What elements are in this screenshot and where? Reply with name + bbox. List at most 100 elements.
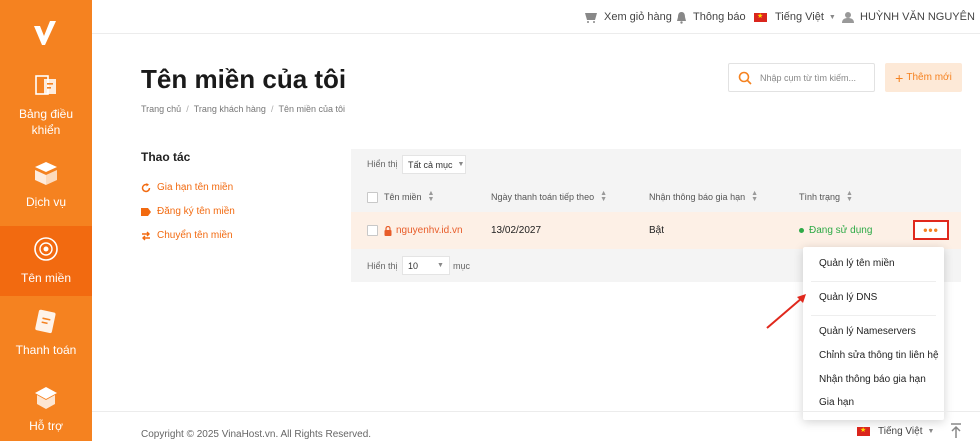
notifications-link[interactable]: Thông báo <box>676 0 746 34</box>
more-dots-icon: ••• <box>923 223 939 237</box>
search-box <box>728 63 875 92</box>
menu-divider <box>811 281 936 282</box>
footer-language-label: Tiếng Việt <box>878 426 923 437</box>
bell-icon <box>677 11 686 24</box>
renew-domain-link[interactable]: Gia hạn tên miền <box>141 182 233 193</box>
payment-icon <box>35 309 56 334</box>
sidebar-item-support[interactable]: Hỗ trợ <box>0 382 92 441</box>
footer-divider <box>92 411 980 412</box>
next-payment-cell: 13/02/2027 <box>491 225 542 236</box>
language-label: Tiếng Việt <box>775 11 824 23</box>
search-input[interactable] <box>760 72 870 83</box>
page-size-select[interactable]: 10 ▼ <box>402 256 450 275</box>
register-domain-link[interactable]: Đăng ký tên miền <box>141 206 235 217</box>
menu-item-manage-dns[interactable]: Quản lý DNS <box>819 292 877 303</box>
chevron-down-icon: ▼ <box>927 428 935 435</box>
breadcrumb: Trang chủ / Trang khách hàng / Tên miền của … <box>141 104 345 114</box>
renew-domain-label: Gia hạn tên miền <box>157 182 234 193</box>
sidebar-item-dashboard[interactable]: Bảng điều khiển <box>0 70 92 144</box>
sort-icon: ▲ ▼ <box>846 190 853 203</box>
sidebar: Bảng điều khiển Dịch vụ Tên miền Thanh t… <box>0 0 92 441</box>
row-actions-menu: Quản lý tên miền Quản lý DNS Quản lý Nam… <box>803 247 944 420</box>
filter-value: Tất cả mục <box>408 159 453 170</box>
menu-item-renew-notice[interactable]: Nhận thông báo gia hạn <box>819 374 926 385</box>
breadcrumb-current: Tên miền của tôi <box>278 104 345 114</box>
language-selector[interactable]: Tiếng Việt ▼ <box>754 0 836 34</box>
footer-language-selector[interactable]: Tiếng Việt ▼ <box>857 426 934 437</box>
domain-cell: nguyenhv.id.vn <box>384 212 463 249</box>
filter-select[interactable]: Tất cả mục ▼ <box>402 155 466 174</box>
refresh-icon <box>141 182 151 193</box>
transfer-icon <box>141 231 151 241</box>
show-label: Hiển thị <box>367 159 398 169</box>
sort-icon: ▲ ▼ <box>751 190 758 203</box>
table-header: Tên miền ▲ ▼ Ngày thanh toán tiếp theo ▲ ▼ N… <box>351 182 961 212</box>
transfer-domain-label: Chuyển tên miền <box>157 230 233 241</box>
transfer-domain-link[interactable]: Chuyển tên miền <box>141 230 233 241</box>
column-renew-notice[interactable]: Nhận thông báo gia hạn ▲ ▼ <box>649 182 758 212</box>
support-icon <box>35 387 57 409</box>
page-size-suffix: mục <box>453 261 471 271</box>
vietnam-flag-icon <box>857 426 870 436</box>
plus-icon: + <box>895 69 904 86</box>
chevron-down-icon: ▼ <box>828 13 836 21</box>
add-new-button[interactable]: + Thêm mới <box>885 63 962 92</box>
sidebar-item-label: Hỗ trợ <box>29 419 63 433</box>
actions-title: Thao tác <box>141 150 191 164</box>
chevron-down-icon: ▼ <box>437 262 444 269</box>
user-icon <box>842 12 854 23</box>
chevron-down-icon: ▼ <box>457 161 465 168</box>
column-label: Nhận thông báo gia hạn <box>649 192 746 202</box>
sort-icon: ▲ ▼ <box>600 190 607 203</box>
sort-icon: ▲ ▼ <box>427 190 435 203</box>
lock-icon <box>384 225 392 236</box>
checkmark-logo-icon[interactable] <box>0 0 92 66</box>
column-domain[interactable]: Tên miền ▲ ▼ <box>384 182 435 212</box>
view-cart-link[interactable]: Xem giỏ hàng <box>584 0 672 34</box>
user-name: HUỲNH VĂN NGUYÊN <box>860 11 975 23</box>
select-all-checkbox[interactable] <box>367 191 378 203</box>
sidebar-item-label: Tên miền <box>20 271 72 285</box>
breadcrumb-home[interactable]: Trang chủ <box>141 104 181 114</box>
user-menu[interactable]: HUỲNH VĂN NGUYÊN ▼ <box>842 0 980 34</box>
status-dot-icon <box>799 228 804 233</box>
column-status[interactable]: Tình trạng ▲ ▼ <box>799 182 853 212</box>
box-icon <box>35 162 57 185</box>
status-badge: Đang sử dụng <box>809 225 873 236</box>
search-icon <box>738 71 752 85</box>
add-new-label: Thêm mới <box>906 72 952 83</box>
status-cell: Đang sử dụng <box>799 212 872 249</box>
scroll-to-top-icon[interactable] <box>950 423 962 439</box>
menu-item-renew[interactable]: Gia hạn <box>819 397 854 408</box>
domain-link[interactable]: nguyenhv.id.vn <box>396 225 463 236</box>
sidebar-item-services[interactable]: Dịch vụ <box>0 158 92 218</box>
table-row: nguyenhv.id.vn 13/02/2027 Bật Đang sử dụ… <box>351 212 961 249</box>
menu-item-manage-domain[interactable]: Quản lý tên miền <box>819 258 895 269</box>
copyright: Copyright © 2025 VinaHost.vn. All Rights… <box>141 429 372 440</box>
breadcrumb-client-area[interactable]: Trang khách hàng <box>194 104 266 114</box>
sidebar-item-label: Bảng điều khiển <box>18 107 74 137</box>
page-title: Tên miền của tôi <box>141 64 347 94</box>
select-all-checkbox-cell <box>367 182 378 212</box>
page-size-label: Hiển thị <box>367 261 398 271</box>
page-size-value: 10 <box>408 260 419 271</box>
column-label: Tên miền <box>384 192 422 202</box>
view-cart-label: Xem giỏ hàng <box>604 11 672 23</box>
menu-item-edit-contact[interactable]: Chỉnh sửa thông tin liên hệ <box>819 350 939 361</box>
row-checkbox[interactable] <box>367 225 378 236</box>
menu-divider <box>811 315 936 316</box>
tag-icon <box>141 207 151 217</box>
sidebar-item-label: Thanh toán <box>15 343 77 357</box>
cart-icon <box>585 13 597 23</box>
top-bar: Xem giỏ hàng Thông báo Tiếng Việt ▼ HUỲN… <box>92 0 980 34</box>
column-next-payment[interactable]: Ngày thanh toán tiếp theo ▲ ▼ <box>491 182 607 212</box>
notifications-label: Thông báo <box>693 11 746 23</box>
menu-item-manage-nameservers[interactable]: Quản lý Nameservers <box>819 326 916 337</box>
row-actions-button[interactable]: ••• <box>913 220 949 240</box>
vietnam-flag-icon <box>754 12 767 22</box>
row-checkbox-cell <box>367 212 378 249</box>
globe-icon <box>34 237 58 261</box>
register-domain-label: Đăng ký tên miền <box>157 206 235 217</box>
sidebar-item-payment[interactable]: Thanh toán <box>0 306 92 366</box>
sidebar-item-domains[interactable]: Tên miền <box>0 226 92 296</box>
